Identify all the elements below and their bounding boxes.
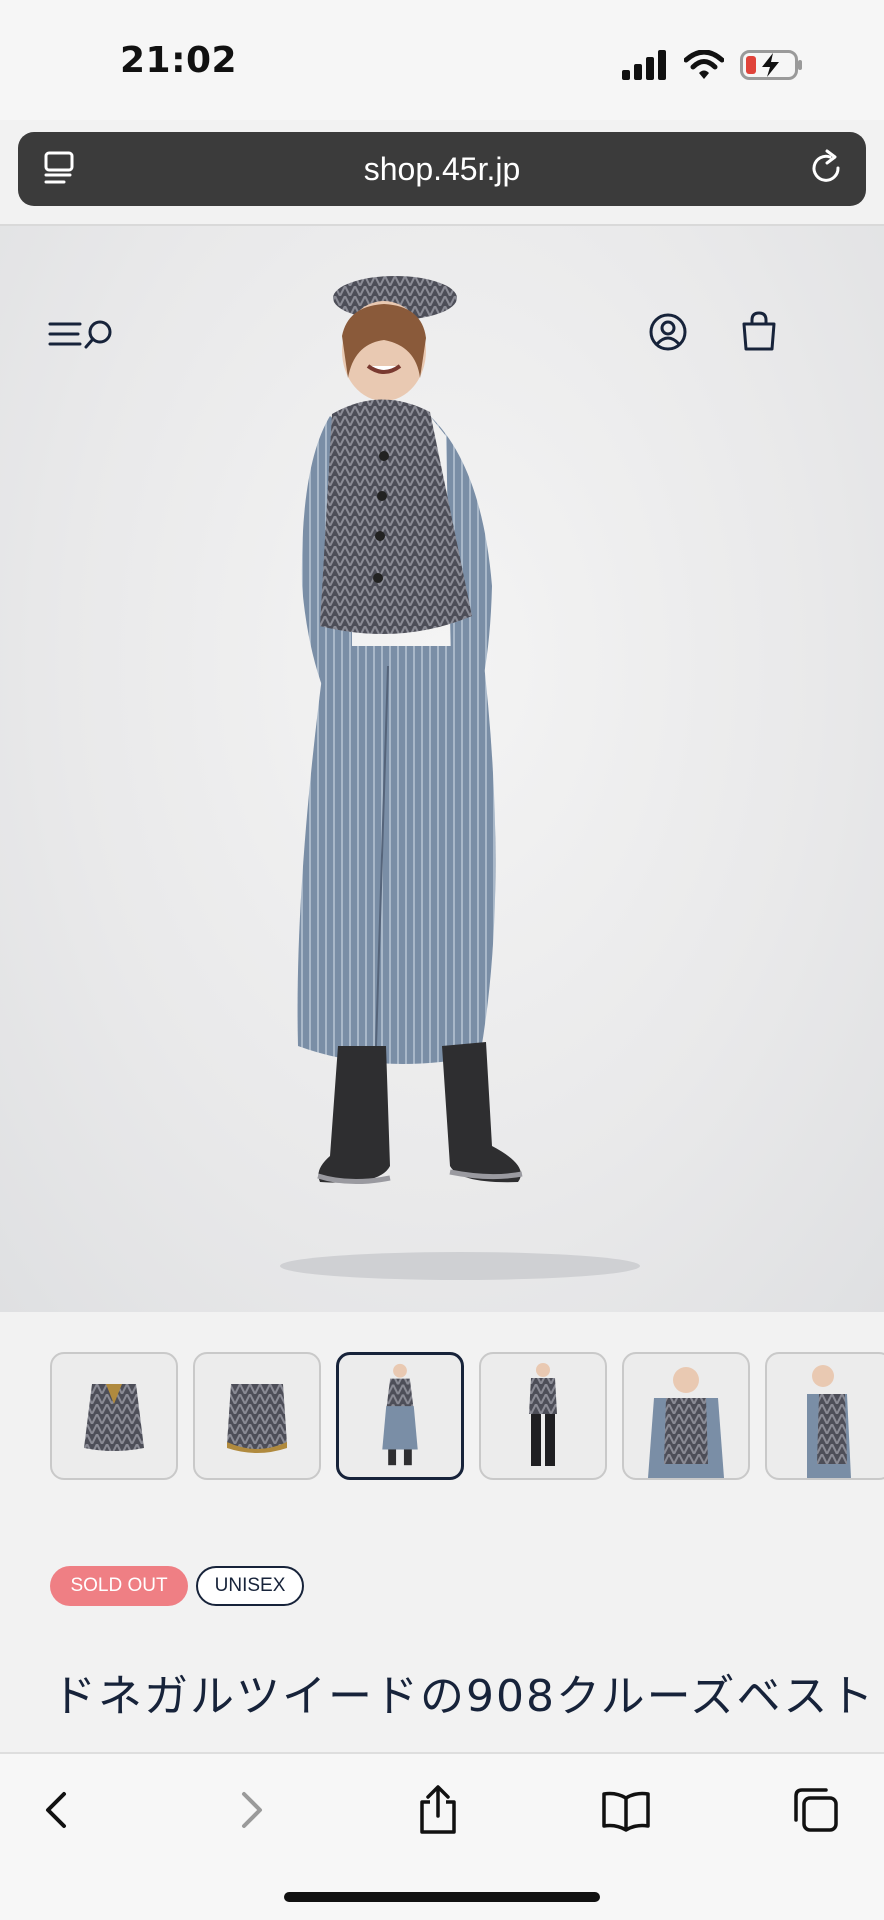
product-title: ドネガルツイードの908クルーズベスト <box>52 1671 876 1722</box>
signal-icon <box>622 50 666 80</box>
bag-icon[interactable] <box>740 310 778 352</box>
thumbnail-model-upper[interactable] <box>622 1352 750 1480</box>
status-bar: 21:02 <box>0 0 884 120</box>
thumbnail-model-male[interactable] <box>479 1352 607 1480</box>
back-icon[interactable] <box>34 1784 82 1836</box>
thumbnail-strip <box>0 1352 884 1482</box>
wifi-icon <box>684 50 724 79</box>
menu-search-icon[interactable] <box>48 314 118 354</box>
status-time: 21:02 <box>120 40 238 81</box>
product-hero-image[interactable] <box>0 226 884 1312</box>
forward-icon[interactable] <box>226 1784 274 1836</box>
bookmarks-icon[interactable] <box>602 1784 650 1836</box>
address-bar[interactable]: shop.45r.jp <box>18 132 866 206</box>
share-icon[interactable] <box>414 1784 462 1836</box>
home-indicator[interactable] <box>284 1892 600 1902</box>
tabs-icon[interactable] <box>792 1784 840 1836</box>
battery-charging-icon <box>740 50 802 80</box>
url-text[interactable]: shop.45r.jp <box>18 132 866 206</box>
reload-icon[interactable] <box>806 148 846 188</box>
thumbnail-model-full-active[interactable] <box>336 1352 464 1480</box>
model-figure <box>280 276 640 1280</box>
thumbnail-vest-front[interactable] <box>50 1352 178 1480</box>
thumbnail-vest-back[interactable] <box>193 1352 321 1480</box>
thumbnail-model-side[interactable] <box>765 1352 884 1480</box>
unisex-badge: UNISEX <box>196 1566 304 1606</box>
sold-out-badge: SOLD OUT <box>50 1566 188 1606</box>
status-icons <box>622 48 804 82</box>
